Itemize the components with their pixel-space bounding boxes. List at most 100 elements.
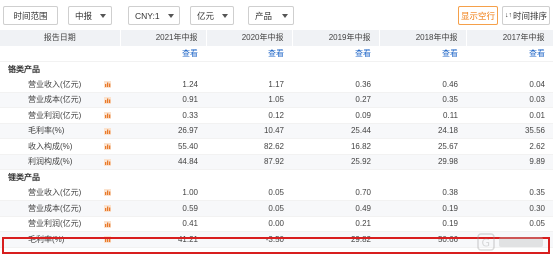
table-cell: 0.27 xyxy=(292,92,379,108)
table-cell: 0.11 xyxy=(379,107,466,124)
table-row: 营业成本(亿元) 0.91 1.05 0.27 0.35 0.03 xyxy=(0,92,553,108)
column-header: 2021年中报 xyxy=(120,30,207,46)
currency-select[interactable]: CNY:1 xyxy=(128,6,180,25)
currency-value: CNY:1 xyxy=(135,10,160,21)
bar-chart-icon[interactable] xyxy=(104,143,111,150)
table-cell: 0.35 xyxy=(466,185,553,201)
table-cell: 0.38 xyxy=(379,185,466,201)
category-select[interactable]: 产品 xyxy=(248,6,294,25)
table-cell: 44.84 xyxy=(120,154,206,170)
table-cell: 1.00 xyxy=(120,185,206,201)
period-select[interactable]: 中报 xyxy=(68,6,112,25)
table-cell: 0.09 xyxy=(292,107,379,124)
table-cell: 0.05 xyxy=(206,185,292,201)
table-cell: 25.92 xyxy=(292,154,379,170)
section-row: 锂类产品 xyxy=(0,169,553,185)
show-blank-rows-button[interactable]: 显示空行 xyxy=(458,6,498,25)
section-row: 铬类产品 xyxy=(0,61,553,77)
time-range-button[interactable]: 时间范围 xyxy=(3,6,58,25)
table-cell: 9.89 xyxy=(466,154,553,170)
table-cell: 0.49 xyxy=(292,200,379,217)
bar-chart-icon[interactable] xyxy=(104,205,111,212)
row-label: 毛利率(%) xyxy=(28,234,65,244)
table-cell: 0.33 xyxy=(120,107,206,124)
table-cell: 26.97 xyxy=(120,123,206,139)
column-header: 2020年中报 xyxy=(206,30,293,46)
table-row: 营业收入(亿元) 1.00 0.05 0.70 0.38 0.35 xyxy=(0,185,553,201)
row-label: 营业收入(亿元) xyxy=(28,79,82,89)
row-label: 营业利润(亿元) xyxy=(28,219,82,229)
table-cell: 55.40 xyxy=(120,138,206,155)
row-label: 毛利率(%) xyxy=(28,126,65,136)
table-cell: 0.05 xyxy=(206,200,292,217)
bar-chart-icon[interactable] xyxy=(104,158,111,166)
chevron-down-icon xyxy=(222,14,228,18)
table-cell: 0.91 xyxy=(120,92,206,108)
table-cell: 1.05 xyxy=(206,92,292,108)
table-row: 营业成本(亿元) 0.59 0.05 0.49 0.19 0.30 xyxy=(0,200,553,217)
view-links-row: 查看 查看 查看 查看 查看 xyxy=(0,45,553,62)
bar-chart-icon[interactable] xyxy=(104,112,111,119)
time-sort-button[interactable]: ↓↑ 时间排序 xyxy=(502,6,550,25)
table-cell: 0.70 xyxy=(292,185,379,201)
table-row: 营业利润(亿元) 0.41 0.00 0.21 0.19 0.05 xyxy=(0,216,553,232)
table-row: 营业利润(亿元) 0.33 0.12 0.09 0.11 0.01 xyxy=(0,107,553,124)
bar-chart-icon[interactable] xyxy=(104,127,111,135)
table-cell: 25.44 xyxy=(292,123,379,139)
row-label: 营业成本(亿元) xyxy=(28,95,82,105)
table-cell: 10.47 xyxy=(206,123,292,139)
watermark-logo: G xyxy=(477,233,543,251)
unit-select[interactable]: 亿元 xyxy=(190,6,234,25)
table-cell: 0.19 xyxy=(379,216,466,232)
table-cell: 0.03 xyxy=(466,92,553,108)
column-header: 2018年中报 xyxy=(379,30,467,46)
row-label: 收入构成(%) xyxy=(28,141,73,151)
table-row: 毛利率(%) 26.97 10.47 25.44 24.18 35.56 xyxy=(0,123,553,139)
view-link[interactable]: 查看 xyxy=(292,45,379,62)
table-cell: 0.04 xyxy=(466,76,553,93)
chevron-down-icon xyxy=(168,14,174,18)
bar-chart-icon[interactable] xyxy=(104,96,111,104)
table-cell: 0.00 xyxy=(206,216,292,232)
table-cell: 87.92 xyxy=(206,154,292,170)
table-cell: 50.66 xyxy=(379,231,466,248)
bar-chart-icon[interactable] xyxy=(104,236,111,243)
show-blank-rows-label: 显示空行 xyxy=(460,10,495,21)
table-cell: 0.19 xyxy=(379,200,466,217)
chevron-down-icon xyxy=(100,14,106,18)
table-cell: 1.24 xyxy=(120,76,206,93)
row-label: 营业收入(亿元) xyxy=(28,188,82,197)
row-label: 营业利润(亿元) xyxy=(28,110,82,120)
bar-chart-icon[interactable] xyxy=(104,80,111,88)
table-cell: 0.59 xyxy=(120,200,206,217)
table-cell: 82.62 xyxy=(206,138,292,155)
sort-arrows-icon: ↓↑ xyxy=(504,12,512,19)
table-cell: 29.98 xyxy=(379,154,466,170)
view-link[interactable]: 查看 xyxy=(120,45,206,62)
row-label: 营业成本(亿元) xyxy=(28,203,82,213)
view-link[interactable]: 查看 xyxy=(379,45,466,62)
bar-chart-icon[interactable] xyxy=(104,220,111,228)
table-cell: 0.21 xyxy=(292,216,379,232)
table-cell: 0.01 xyxy=(466,107,553,124)
table-cell: 0.30 xyxy=(466,200,553,217)
table-cell: 0.36 xyxy=(292,76,379,93)
view-link[interactable]: 查看 xyxy=(206,45,292,62)
table-cell: 0.05 xyxy=(466,216,553,232)
table-header-row: 报告日期 2021年中报 2020年中报 2019年中报 2018年中报 201… xyxy=(0,30,553,46)
view-link[interactable]: 查看 xyxy=(466,45,553,62)
table-cell: 1.17 xyxy=(206,76,292,93)
section-title: 锂类产品 xyxy=(0,169,553,185)
svg-text:G: G xyxy=(482,237,491,250)
financial-table: 报告日期 2021年中报 2020年中报 2019年中报 2018年中报 201… xyxy=(0,30,553,248)
bar-chart-icon[interactable] xyxy=(104,189,111,196)
table-cell: -3.50 xyxy=(206,231,292,248)
unit-value: 亿元 xyxy=(197,10,215,21)
row-label: 利润构成(%) xyxy=(28,157,73,167)
table-cell: 16.82 xyxy=(292,138,379,155)
table-cell: 25.67 xyxy=(379,138,466,155)
chevron-down-icon xyxy=(282,14,288,18)
table-cell: 41.21 xyxy=(120,231,206,248)
table-cell: 0.35 xyxy=(379,92,466,108)
table-row: 营业收入(亿元) 1.24 1.17 0.36 0.46 0.04 xyxy=(0,76,553,93)
